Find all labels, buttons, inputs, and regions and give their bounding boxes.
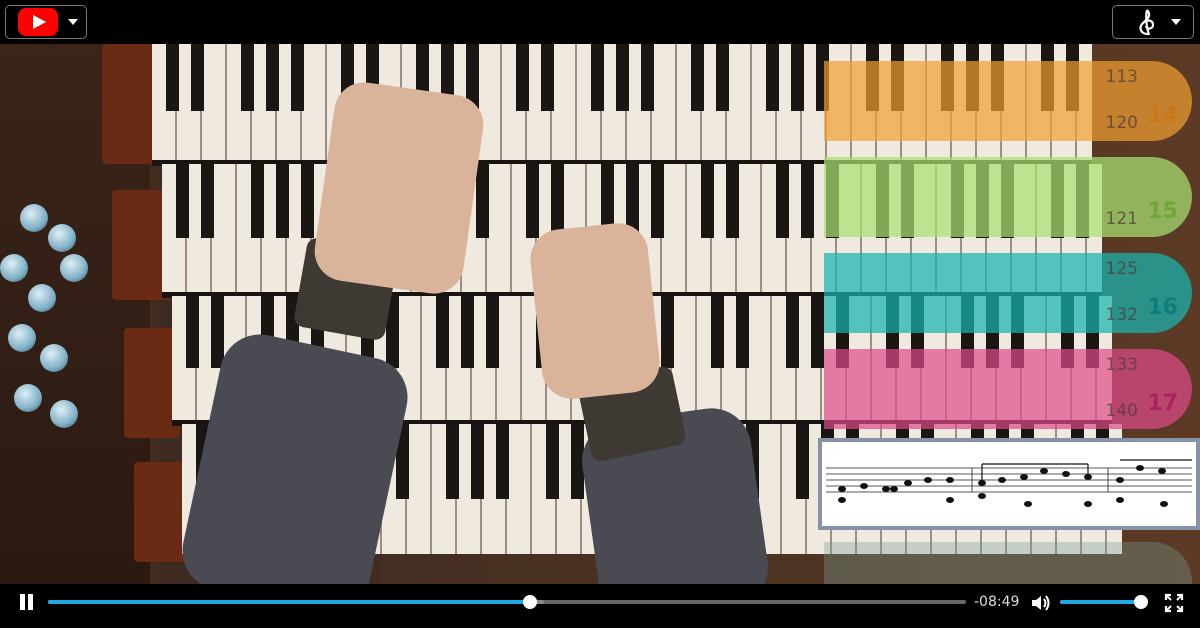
player-controls: -08:49 [0,584,1200,628]
sheet-music-excerpt [818,438,1200,530]
measure-row[interactable]: 121 15 [824,157,1192,237]
youtube-menu-button[interactable] [5,5,87,39]
stop-knob [50,400,78,428]
score-staff [826,459,1192,507]
measure-start: 121 [1105,209,1138,229]
measure-start: 113 [1105,67,1138,87]
stop-knob [14,384,42,412]
measure-number: 17 [1147,391,1178,416]
stop-knob [28,284,56,312]
top-bar [0,0,1200,44]
measure-number: 15 [1147,199,1178,224]
right-hand [527,220,663,402]
measure-number: 16 [1147,295,1178,320]
progress-fill [48,600,530,604]
seek-handle[interactable] [522,595,537,609]
measure-end: 140 [1105,401,1138,421]
fullscreen-icon[interactable] [1164,593,1184,613]
score-menu-button[interactable] [1112,5,1194,39]
stop-knob [60,254,88,282]
measure-number: 14 [1147,103,1178,128]
seek-bar[interactable] [48,595,966,609]
measure-row[interactable] [824,542,1192,584]
volume-icon[interactable] [1030,594,1052,612]
stop-knob [40,344,68,372]
volume-fill [1060,600,1142,604]
treble-clef-icon [1139,9,1155,36]
stop-knob [20,204,48,232]
remaining-time: -08:49 [974,594,1020,610]
stop-knob [8,324,36,352]
left-hand [310,78,488,298]
measure-row[interactable]: 133 140 17 [824,349,1192,429]
stop-knob [48,224,76,252]
chevron-down-icon [1171,19,1181,25]
measure-start: 133 [1105,355,1138,375]
measure-end: 120 [1105,113,1138,133]
measure-end: 132 [1105,305,1138,325]
volume-slider[interactable] [1060,595,1149,609]
youtube-logo-icon [18,8,58,36]
volume-handle[interactable] [1134,595,1149,609]
measure-start: 125 [1105,259,1138,279]
stop-knob [0,254,28,282]
chevron-down-icon [68,19,78,25]
measure-row[interactable]: 125 132 16 [824,253,1192,333]
pause-button[interactable] [18,594,36,612]
measure-row[interactable]: 113 120 14 [824,61,1192,141]
